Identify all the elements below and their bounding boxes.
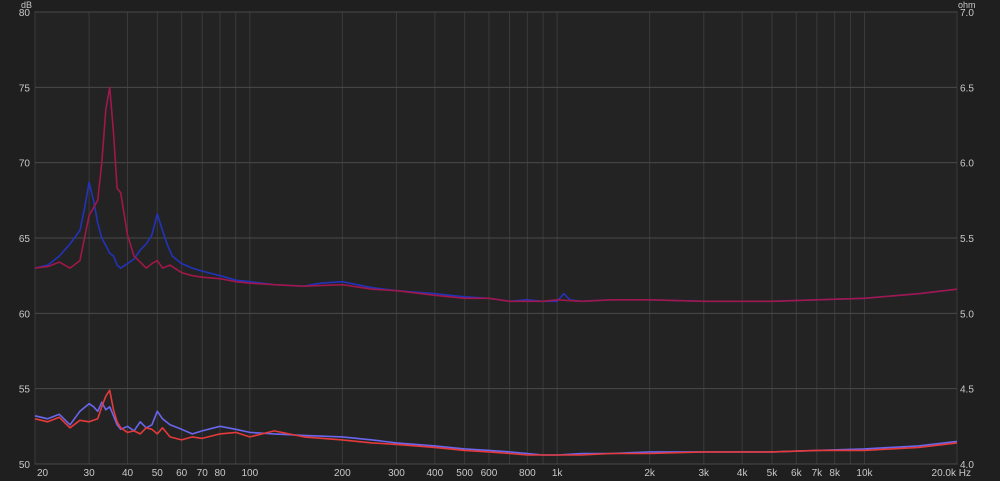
- x-tick-label: 8k: [829, 468, 841, 479]
- right-y-tick-label: 6.5: [960, 83, 974, 94]
- x-tick-label: 50: [152, 468, 164, 479]
- x-tick-label: 200: [334, 468, 351, 479]
- x-tick-label: 7k: [812, 468, 824, 479]
- left-y-tick-label: 70: [19, 159, 31, 170]
- x-tick-label: 600: [481, 468, 498, 479]
- right-axis-unit: ohm: [958, 0, 976, 10]
- left-y-tick-label: 55: [19, 385, 31, 396]
- x-tick-label: 400: [427, 468, 444, 479]
- x-tick-label: 3k: [699, 468, 711, 479]
- left-y-tick-label: 60: [19, 309, 31, 320]
- left-axis: 80757065605550: [19, 8, 31, 471]
- left-y-tick-label: 50: [19, 460, 31, 471]
- x-tick-label: 6k: [791, 468, 803, 479]
- left-y-tick-label: 65: [19, 234, 31, 245]
- x-tick-label: 40: [122, 468, 134, 479]
- frequency-response-chart: 20 30 40 50 60 70 80 100 200 300 400 500 600 800 1k 2k 3…: [19, 0, 976, 479]
- right-y-tick-label: 5.5: [960, 234, 974, 245]
- right-axis: 7.06.56.05.55.04.54.0: [960, 8, 974, 471]
- x-axis: 20 30 40 50 60 70 80 100 200 300 400 500 600 800 1k 2k 3…: [37, 468, 971, 479]
- x-tick-label: 20: [37, 468, 49, 479]
- x-tick-label: 80: [214, 468, 226, 479]
- right-y-tick-label: 4.0: [960, 460, 974, 471]
- x-tick-label: 4k: [737, 468, 749, 479]
- x-tick-label: 1k: [552, 468, 564, 479]
- left-axis-unit: dB: [21, 0, 32, 10]
- right-y-tick-label: 6.0: [960, 159, 974, 170]
- left-y-tick-label: 75: [19, 83, 31, 94]
- x-tick-label: 10k: [856, 468, 873, 479]
- x-tick-label: 500: [456, 468, 473, 479]
- x-tick-label: 100: [241, 468, 258, 479]
- x-tick-label: 800: [519, 468, 536, 479]
- x-tick-label: 300: [388, 468, 405, 479]
- right-y-tick-label: 5.0: [960, 309, 974, 320]
- x-tick-label: 60: [176, 468, 188, 479]
- x-tick-label: 30: [84, 468, 96, 479]
- x-tick-label: 2k: [644, 468, 656, 479]
- x-tick-label: 5k: [767, 468, 779, 479]
- right-y-tick-label: 4.5: [960, 385, 974, 396]
- x-tick-label: 70: [197, 468, 209, 479]
